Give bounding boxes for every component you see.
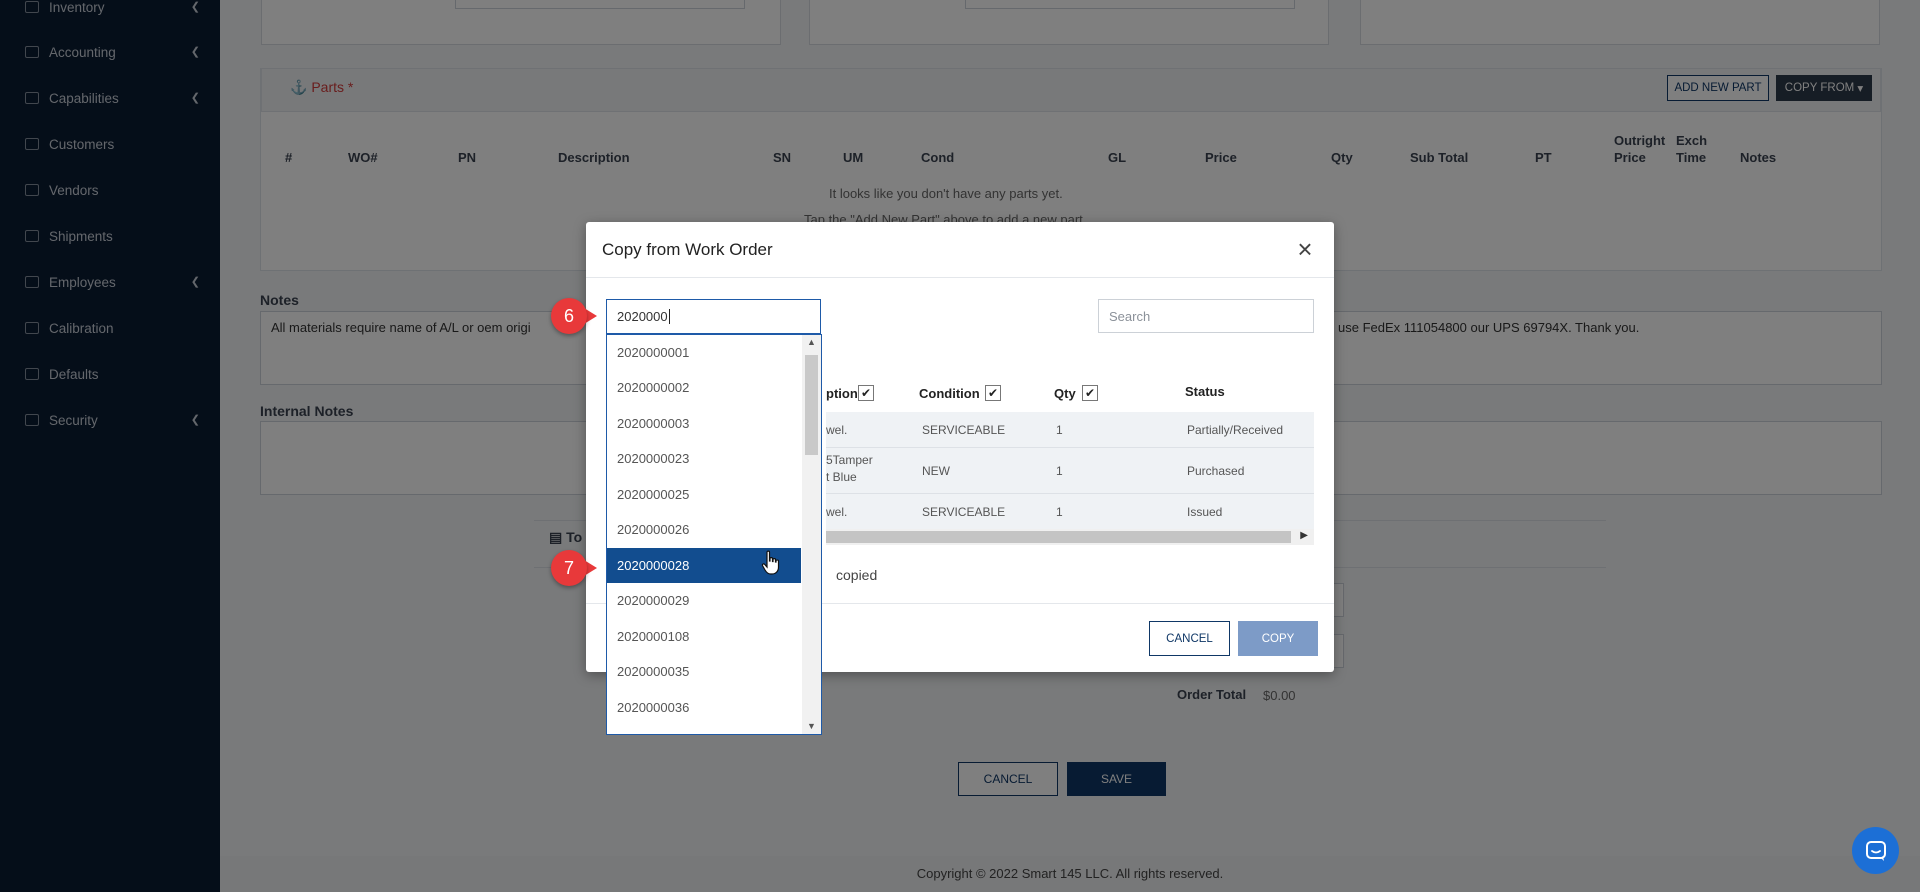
scroll-down-icon[interactable]: ▼	[807, 721, 816, 731]
cell-description: wel.	[826, 505, 848, 519]
copied-note: copied	[836, 567, 878, 583]
cell-qty: 1	[1056, 423, 1063, 437]
description-include-checkbox[interactable]: ✔	[858, 385, 874, 401]
dropdown-option[interactable]: 2020000001	[607, 335, 801, 370]
chat-icon	[1865, 840, 1886, 861]
grid-header-description: ption	[826, 386, 858, 401]
table-row[interactable]	[826, 494, 1314, 530]
cell-description: 5Tamper	[826, 453, 873, 467]
work-order-dropdown-list: 2020000001 2020000002 2020000003 2020000…	[606, 334, 822, 735]
work-order-input-value: 2020000	[617, 309, 668, 324]
step-badge: 6	[551, 298, 597, 334]
search-placeholder: Search	[1109, 308, 1151, 324]
grid-search-input[interactable]: Search	[1098, 299, 1314, 333]
chat-launcher-button[interactable]	[1852, 827, 1899, 874]
cell-status: Issued	[1187, 505, 1223, 519]
cell-condition: SERVICEABLE	[922, 423, 1006, 437]
dropdown-option[interactable]: 2020000002	[607, 370, 801, 405]
scrollbar-thumb[interactable]	[826, 531, 1291, 543]
dropdown-option[interactable]: 2020000003	[607, 406, 801, 441]
cell-qty: 1	[1056, 464, 1063, 478]
step-number: 6	[551, 298, 587, 334]
modal-cancel-button[interactable]: CANCEL	[1149, 621, 1230, 656]
cell-description-line2: t Blue	[826, 470, 857, 484]
cell-qty: 1	[1056, 505, 1063, 519]
condition-include-checkbox[interactable]: ✔	[985, 385, 1001, 401]
cell-description: wel.	[826, 423, 848, 437]
work-order-search-input[interactable]: 2020000	[606, 299, 821, 334]
modal-copy-button[interactable]: COPY	[1238, 621, 1318, 656]
dropdown-option[interactable]: 2020000026	[607, 512, 801, 547]
dropdown-option[interactable]: 2020000108	[607, 619, 801, 654]
cell-condition: NEW	[922, 464, 950, 478]
hand-cursor-icon	[761, 550, 780, 575]
dropdown-option[interactable]: 2020000025	[607, 477, 801, 512]
grid-header-status: Status	[1185, 384, 1225, 399]
dropdown-option[interactable]: 2020000036	[607, 690, 801, 725]
cell-status: Partially/Received	[1187, 423, 1284, 437]
grid-header-condition: Condition	[919, 386, 980, 401]
cell-status: Purchased	[1187, 464, 1245, 478]
qty-include-checkbox[interactable]: ✔	[1082, 385, 1098, 401]
modal-header: Copy from Work Order ×	[586, 222, 1334, 278]
scrollbar-thumb[interactable]	[805, 355, 818, 455]
dropdown-option[interactable]: 2020000035	[607, 654, 801, 689]
modal-title: Copy from Work Order	[602, 240, 773, 259]
dropdown-option[interactable]: 2020000023	[607, 441, 801, 476]
scroll-right-icon[interactable]: ▶	[1300, 530, 1308, 541]
step-number: 7	[551, 550, 587, 586]
text-caret	[668, 309, 670, 324]
scroll-up-icon[interactable]: ▲	[807, 337, 816, 347]
close-icon[interactable]: ×	[1292, 236, 1318, 262]
dropdown-option[interactable]: 2020000029	[607, 583, 801, 618]
horizontal-scrollbar[interactable]: ▶	[826, 529, 1314, 545]
grid-header-qty: Qty	[1054, 386, 1076, 401]
step-badge: 7	[551, 550, 597, 586]
cell-condition: SERVICEABLE	[922, 505, 1006, 519]
dropdown-scrollbar[interactable]: ▲ ▼	[802, 335, 821, 734]
